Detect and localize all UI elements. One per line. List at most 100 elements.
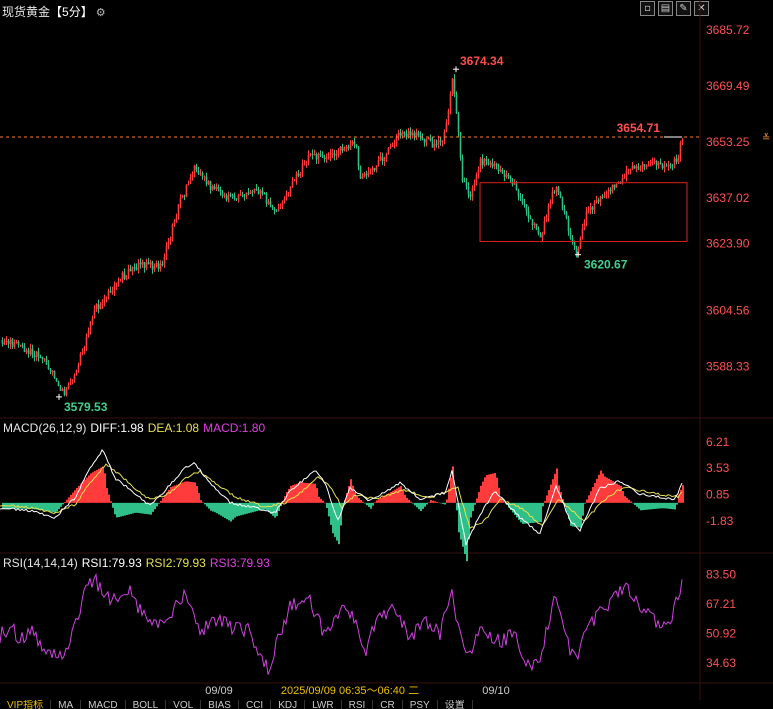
macd-bar: [202, 502, 204, 503]
candle: [307, 150, 310, 166]
candle-body: [535, 223, 538, 230]
price-axis-tick: 3685.72: [706, 23, 750, 37]
candle-body: [461, 157, 464, 182]
candle: [333, 149, 336, 161]
candle: [183, 194, 186, 201]
candle: [387, 147, 390, 155]
candle-body: [145, 262, 148, 269]
tab-indicator[interactable]: BOLL: [126, 700, 167, 709]
candle-body: [391, 145, 394, 147]
macd-bar: [540, 502, 542, 523]
candle-body: [537, 229, 540, 234]
candle-body: [563, 209, 566, 213]
candle-body: [53, 370, 56, 378]
candle: [71, 379, 74, 385]
candle-body: [479, 158, 482, 170]
candle-body: [121, 272, 124, 280]
candle-body: [679, 142, 682, 158]
macd-bar: [482, 481, 484, 503]
candle: [389, 143, 392, 149]
tab-indicator[interactable]: RSI: [342, 700, 374, 709]
tab-indicator[interactable]: CCI: [239, 700, 272, 709]
tab-indicator[interactable]: MA: [51, 700, 82, 709]
candle-body: [433, 143, 436, 148]
candle-body: [635, 166, 638, 169]
candle: [155, 260, 158, 268]
candle: [475, 172, 478, 186]
tab-indicator[interactable]: MACD: [81, 700, 126, 709]
candle: [133, 263, 136, 272]
candle: [149, 259, 152, 268]
candle: [79, 351, 82, 366]
candle: [395, 133, 398, 147]
macd-bar: [484, 477, 486, 503]
macd-bar: [664, 502, 666, 509]
candle-body: [275, 210, 278, 212]
candle-body: [485, 158, 488, 161]
candle: [569, 227, 572, 240]
candle-body: [531, 219, 534, 226]
candle-body: [185, 184, 188, 197]
candle-body: [455, 94, 458, 114]
macd-bar: [436, 501, 438, 503]
tab-indicator[interactable]: VIP指标: [0, 700, 52, 709]
candle-body: [507, 174, 510, 176]
macd-bar: [666, 502, 668, 509]
tab-indicator[interactable]: BIAS: [201, 700, 239, 709]
candle-body: [607, 189, 610, 194]
candle-body: [395, 136, 398, 143]
candle: [227, 191, 230, 203]
candle: [53, 370, 56, 379]
macd-bar: [428, 502, 430, 503]
price-axis-tick: 3637.02: [706, 191, 750, 205]
price-axis-tick: 3604.56: [706, 303, 750, 317]
macd-bar: [182, 482, 184, 503]
candle-body: [9, 339, 12, 345]
candle-body: [443, 131, 446, 141]
macd-bar: [674, 502, 676, 510]
candle-body: [63, 389, 66, 396]
tab-indicator[interactable]: LWR: [305, 700, 342, 709]
candle: [257, 186, 260, 195]
candle: [31, 344, 34, 359]
candle-body: [407, 130, 410, 138]
macd-bar: [198, 493, 200, 503]
candle-body: [129, 268, 132, 272]
candle-body: [179, 197, 182, 205]
macd-bar: [604, 476, 606, 503]
tab-indicator[interactable]: KDJ: [271, 700, 306, 709]
candle: [75, 369, 78, 376]
tab-indicator[interactable]: PSY: [403, 700, 438, 709]
candle-body: [359, 166, 362, 179]
macd-bar: [660, 502, 662, 509]
macd-bar: [100, 467, 102, 503]
candle: [73, 373, 76, 383]
candle: [373, 167, 376, 173]
candle: [639, 165, 642, 172]
tab-indicator[interactable]: VOL: [166, 700, 202, 709]
candle-body: [347, 146, 350, 149]
candle: [553, 190, 556, 194]
candle-body: [71, 379, 74, 382]
macd-bar: [644, 502, 646, 510]
candle-body: [575, 246, 578, 254]
macd-bar: [434, 501, 436, 503]
chart-canvas[interactable]: 3685.72 3669.49 3653.25 3637.02 3623.90 3604.…: [0, 0, 773, 709]
candle: [55, 377, 58, 382]
candle: [471, 185, 474, 201]
candle: [451, 78, 454, 97]
candle: [99, 301, 102, 310]
candle-body: [669, 164, 672, 167]
macd-bar: [104, 473, 106, 503]
macd-bar: [634, 502, 636, 505]
macd-bar: [58, 502, 60, 510]
candle-body: [175, 217, 178, 222]
candle-body: [525, 204, 528, 212]
tab-indicator[interactable]: CR: [373, 700, 403, 709]
tab-indicator[interactable]: 设置: [438, 700, 473, 709]
macd-bar: [500, 497, 502, 503]
candle: [299, 171, 302, 178]
macd-bar: [190, 481, 192, 503]
candle-body: [1, 339, 4, 345]
candle: [645, 164, 648, 170]
